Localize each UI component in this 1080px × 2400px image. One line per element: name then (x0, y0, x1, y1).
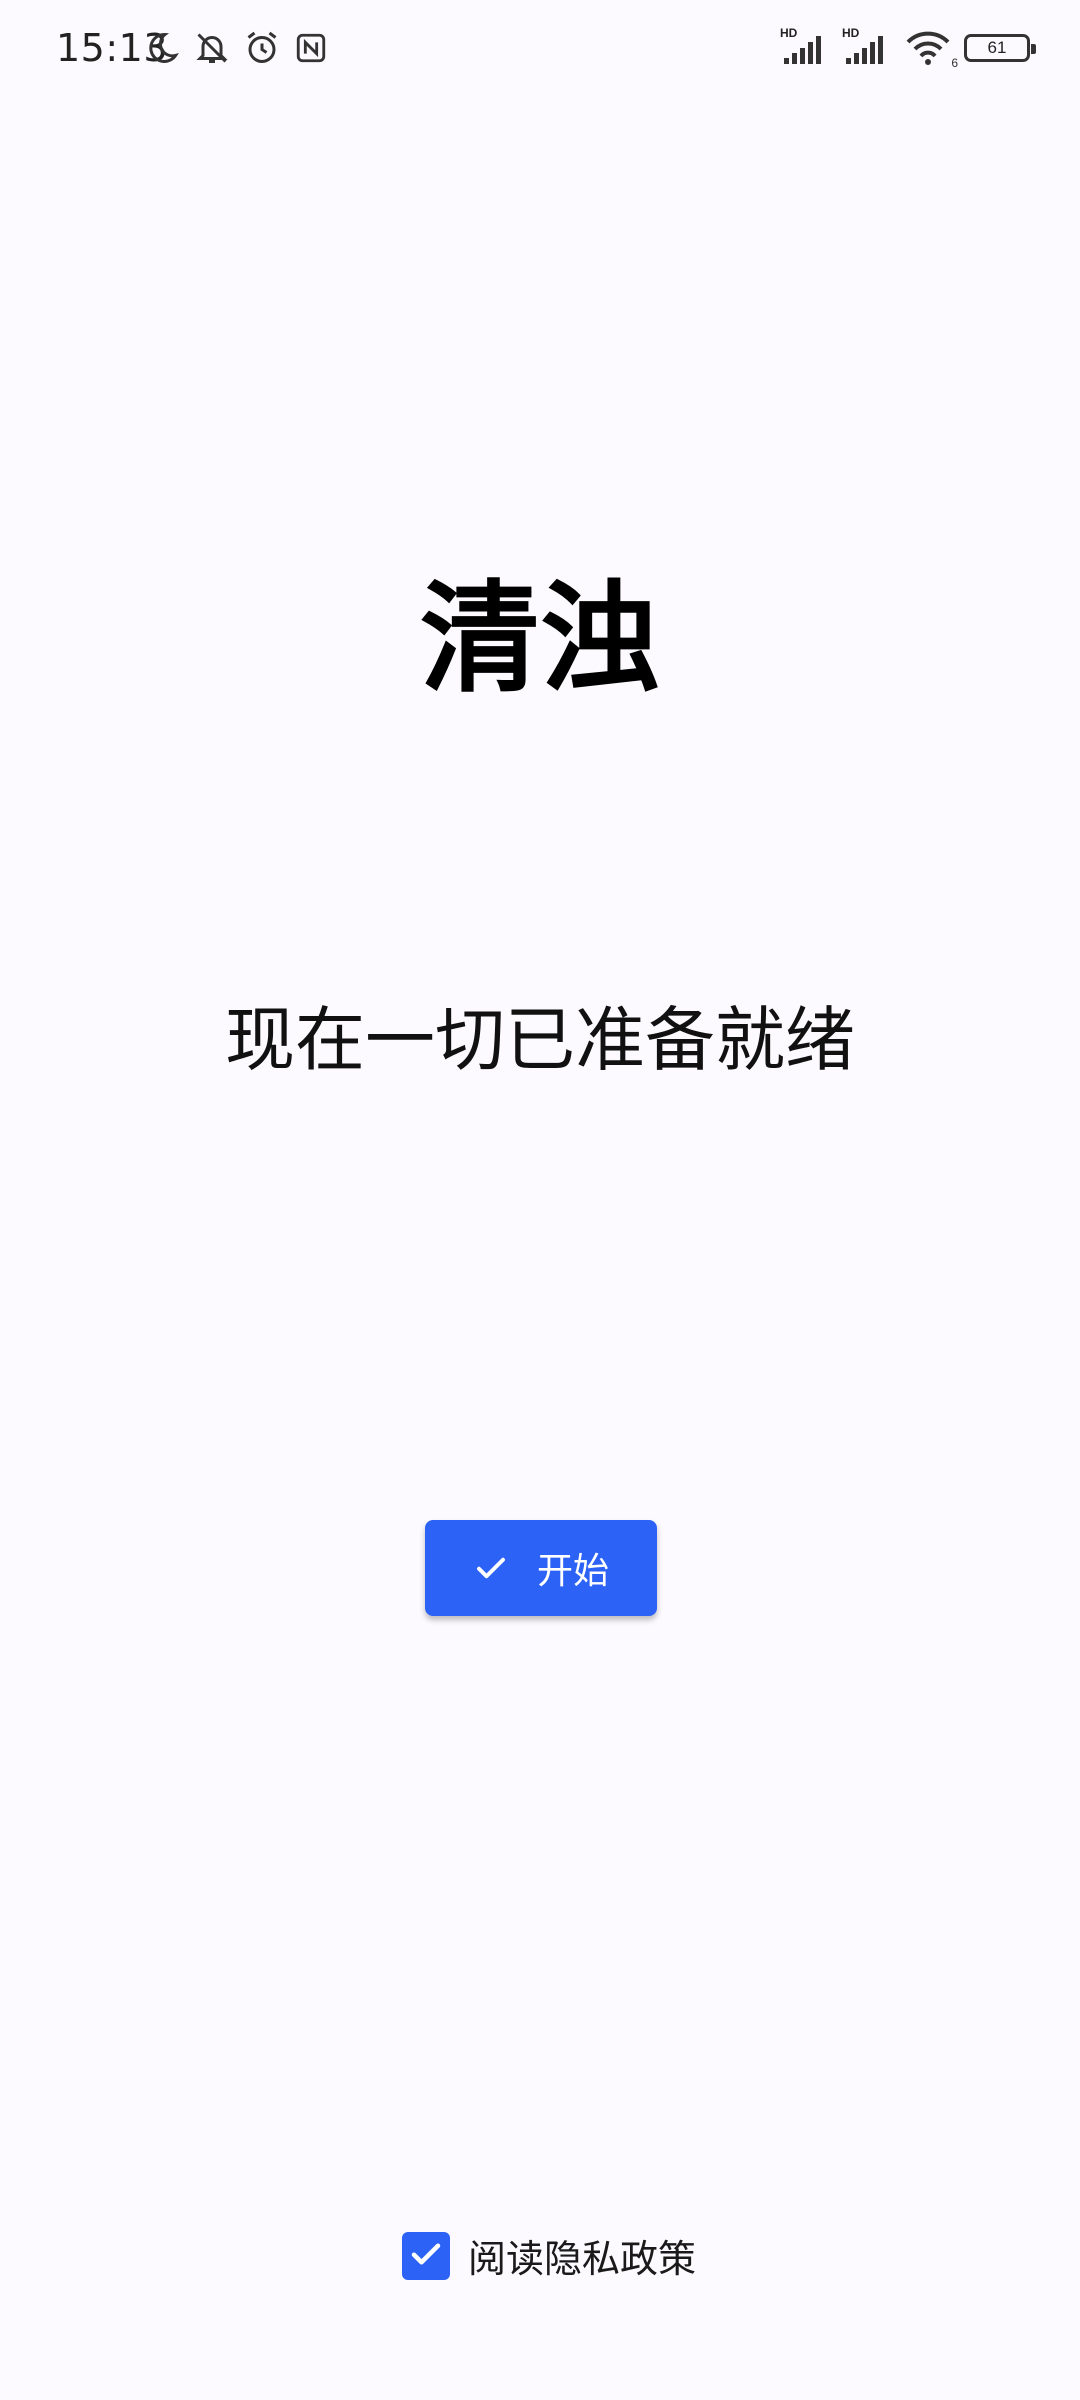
start-button-label: 开始 (536, 1551, 609, 1592)
bell-off-icon (194, 30, 230, 66)
signal-1-icon: HD (780, 26, 830, 68)
alarm-icon (244, 30, 280, 66)
wifi-label: 6 (951, 56, 958, 70)
privacy-checkbox[interactable] (402, 2231, 450, 2280)
checkmark-icon (408, 2236, 444, 2276)
status-bar: 15:13 HD HD 6 61 (0, 0, 1080, 100)
signal-2-icon: HD (842, 26, 892, 68)
battery-icon: 61 (964, 34, 1036, 62)
privacy-policy-label[interactable]: 阅读隐私政策 (468, 2228, 696, 2283)
status-left-icons (144, 30, 328, 66)
privacy-row[interactable]: 阅读隐私政策 (402, 2228, 696, 2283)
nfc-icon (294, 31, 328, 65)
wifi-icon: 6 (904, 28, 958, 70)
status-right-icons: HD HD 6 61 (780, 26, 1036, 70)
battery-level: 61 (987, 38, 1007, 57)
check-icon (473, 1550, 509, 1586)
app-title: 清浊 (420, 570, 660, 709)
subtitle: 现在一切已准备就绪 (225, 999, 855, 1081)
moon-icon (144, 30, 180, 66)
start-button[interactable]: 开始 (425, 1520, 657, 1616)
